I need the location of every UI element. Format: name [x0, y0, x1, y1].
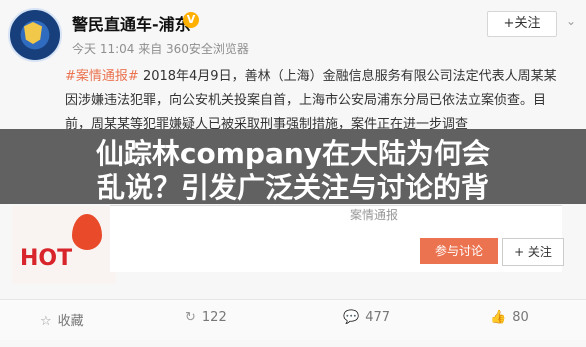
comment-action[interactable]: 💬 477: [343, 310, 390, 325]
comment-icon: 💬: [343, 310, 360, 325]
post-actions: ☆ 收藏 ↻ 122 💬 477 👍 80: [0, 299, 586, 340]
weibo-post: 警民直通车-浦东 V 今天 11:04 来自 360安全浏览器 +关注 ⌄ #案…: [0, 0, 586, 347]
star-icon: ☆: [40, 314, 52, 329]
post-tag[interactable]: #案情通报#: [65, 69, 139, 84]
banner-line-2: 乱说？引发广泛关注与讨论的背: [96, 171, 489, 204]
like-action[interactable]: 👍 80: [490, 310, 529, 325]
verified-icon: V: [183, 12, 199, 28]
hot-image: HOT: [12, 206, 116, 284]
post-body: #案情通报# 2018年4月9日，善林（上海）金融信息服务有限公司法定代表人周某…: [65, 65, 560, 137]
post-text: 2018年4月9日，善林（上海）金融信息服务有限公司法定代表人周某某因涉嫌违法犯…: [65, 69, 557, 132]
repost-action[interactable]: ↻ 122: [185, 310, 227, 325]
follow-button[interactable]: +关注: [487, 11, 557, 37]
embedded-card-title: 案情通报: [350, 208, 399, 222]
account-name[interactable]: 警民直通车-浦东: [72, 11, 191, 35]
chevron-down-icon[interactable]: ⌄: [566, 14, 576, 28]
repost-icon: ↻: [185, 310, 196, 325]
banner-line-1: 仙踪林company在大陆为何会: [95, 137, 491, 170]
flame-icon: [72, 214, 102, 250]
banner-text: 仙踪林company在大陆为何会 乱说？引发广泛关注与讨论的背: [0, 137, 586, 205]
collect-action[interactable]: ☆ 收藏: [40, 310, 84, 329]
discuss-button[interactable]: 参与讨论: [420, 238, 498, 264]
thumbs-up-icon: 👍: [490, 310, 507, 325]
hot-label: HOT: [20, 246, 73, 271]
account-avatar[interactable]: [8, 8, 62, 62]
embedded-follow-button[interactable]: + 关注: [502, 238, 564, 266]
post-meta: 今天 11:04 来自 360安全浏览器: [72, 42, 249, 56]
